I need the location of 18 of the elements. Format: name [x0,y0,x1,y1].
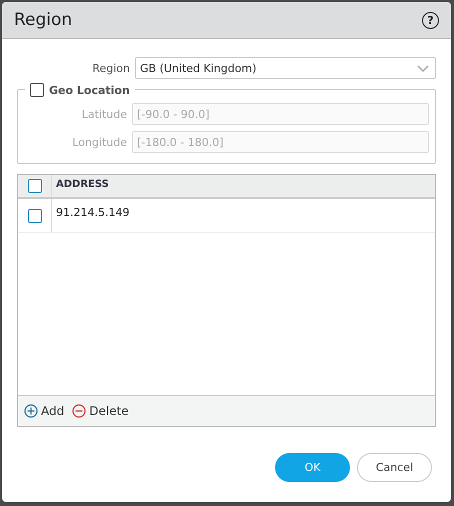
region-select[interactable]: GB (United Kingdom) [135,57,436,79]
cancel-button[interactable]: Cancel [357,453,432,482]
minus-circle-icon [72,404,86,418]
row-checkbox[interactable] [28,208,42,222]
table-cell-text: 91.214.5.149 [55,205,130,221]
delete-button[interactable]: Delete [72,404,129,418]
chevron-icon [417,64,429,72]
geo-location-label: Geo Location [49,84,130,96]
add-button[interactable]: Add [24,404,64,418]
column-header[interactable]: ADDRESS [52,175,113,197]
window-title: Region [14,10,72,30]
field-label: Latitude [80,108,127,120]
geo-location-checkbox[interactable] [30,83,44,97]
field-label: Longitude [71,136,127,148]
region-label: Region [91,62,130,74]
help-icon[interactable]: ? [422,12,439,28]
select-all-checkbox[interactable] [28,179,42,193]
plus-circle-icon [24,404,38,418]
